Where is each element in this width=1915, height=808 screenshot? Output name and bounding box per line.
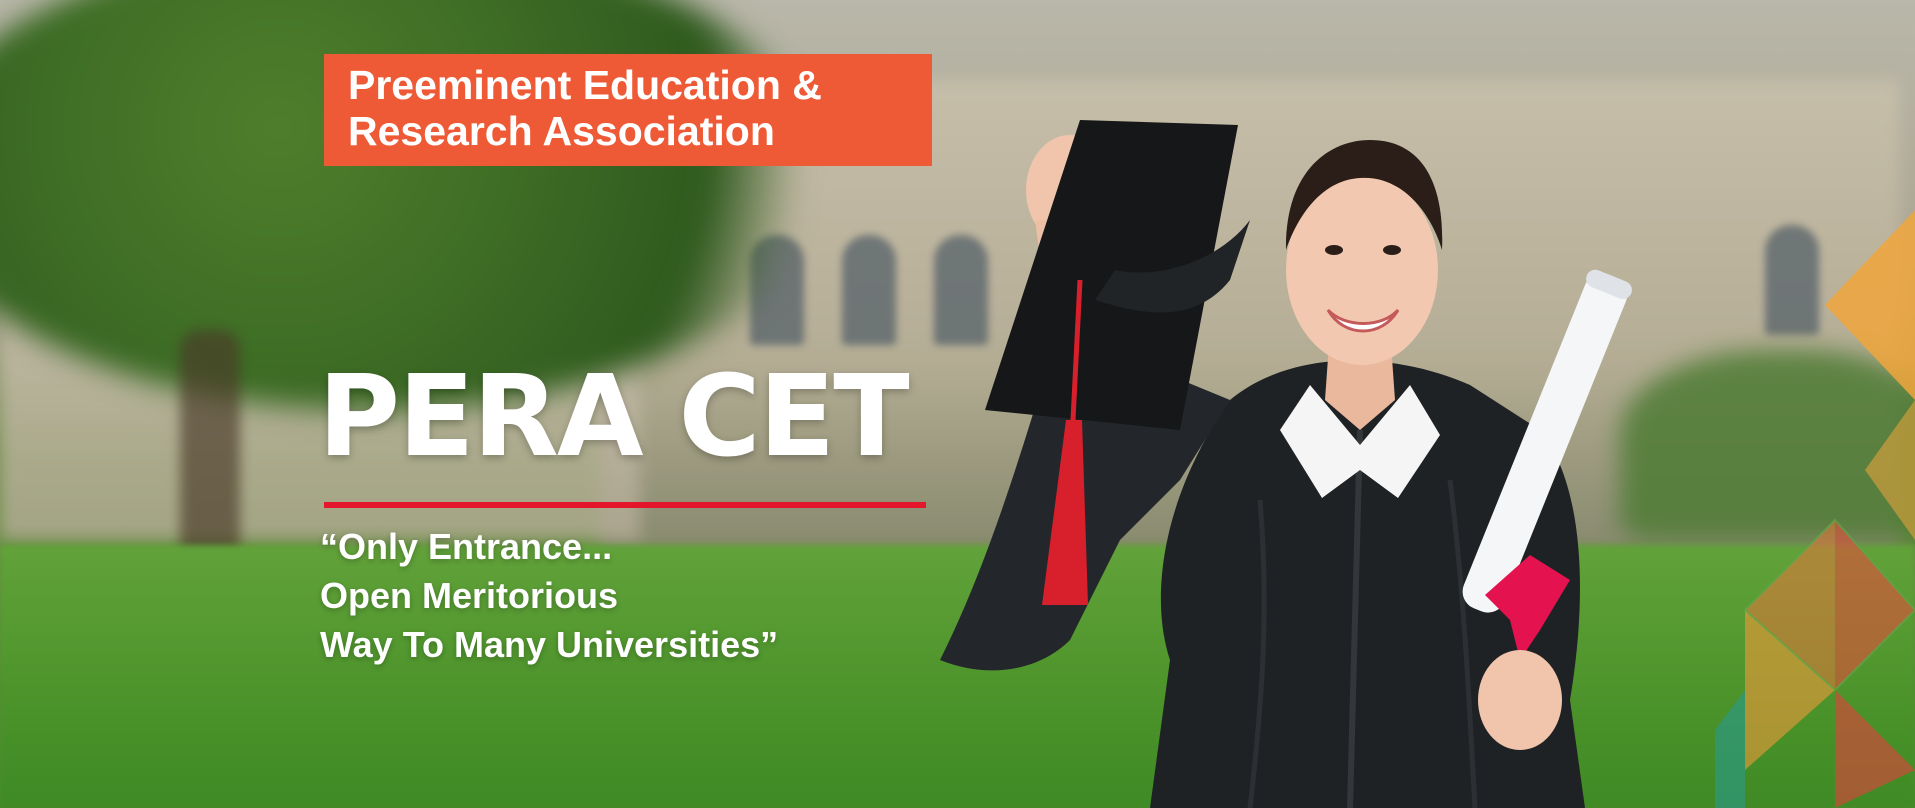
headline-underline xyxy=(324,502,926,508)
tagline-line: Open Meritorious xyxy=(320,575,619,616)
lower-hand xyxy=(1478,650,1562,750)
headline: PERA CET xyxy=(318,352,910,482)
organization-name: Preeminent Education & Research Associat… xyxy=(348,62,822,154)
tagline-line: Way To Many Universities” xyxy=(320,624,779,665)
hero-banner: Preeminent Education & Research Associat… xyxy=(0,0,1915,808)
background-window xyxy=(842,235,896,345)
tagline-line: “Only Entrance... xyxy=(320,526,613,567)
graduate-photo xyxy=(940,120,1632,808)
organization-tag: Preeminent Education & Research Associat… xyxy=(324,54,932,166)
decorative-triangles xyxy=(1715,210,1915,808)
tagline: “Only Entrance... Open Meritorious Way T… xyxy=(320,522,920,669)
